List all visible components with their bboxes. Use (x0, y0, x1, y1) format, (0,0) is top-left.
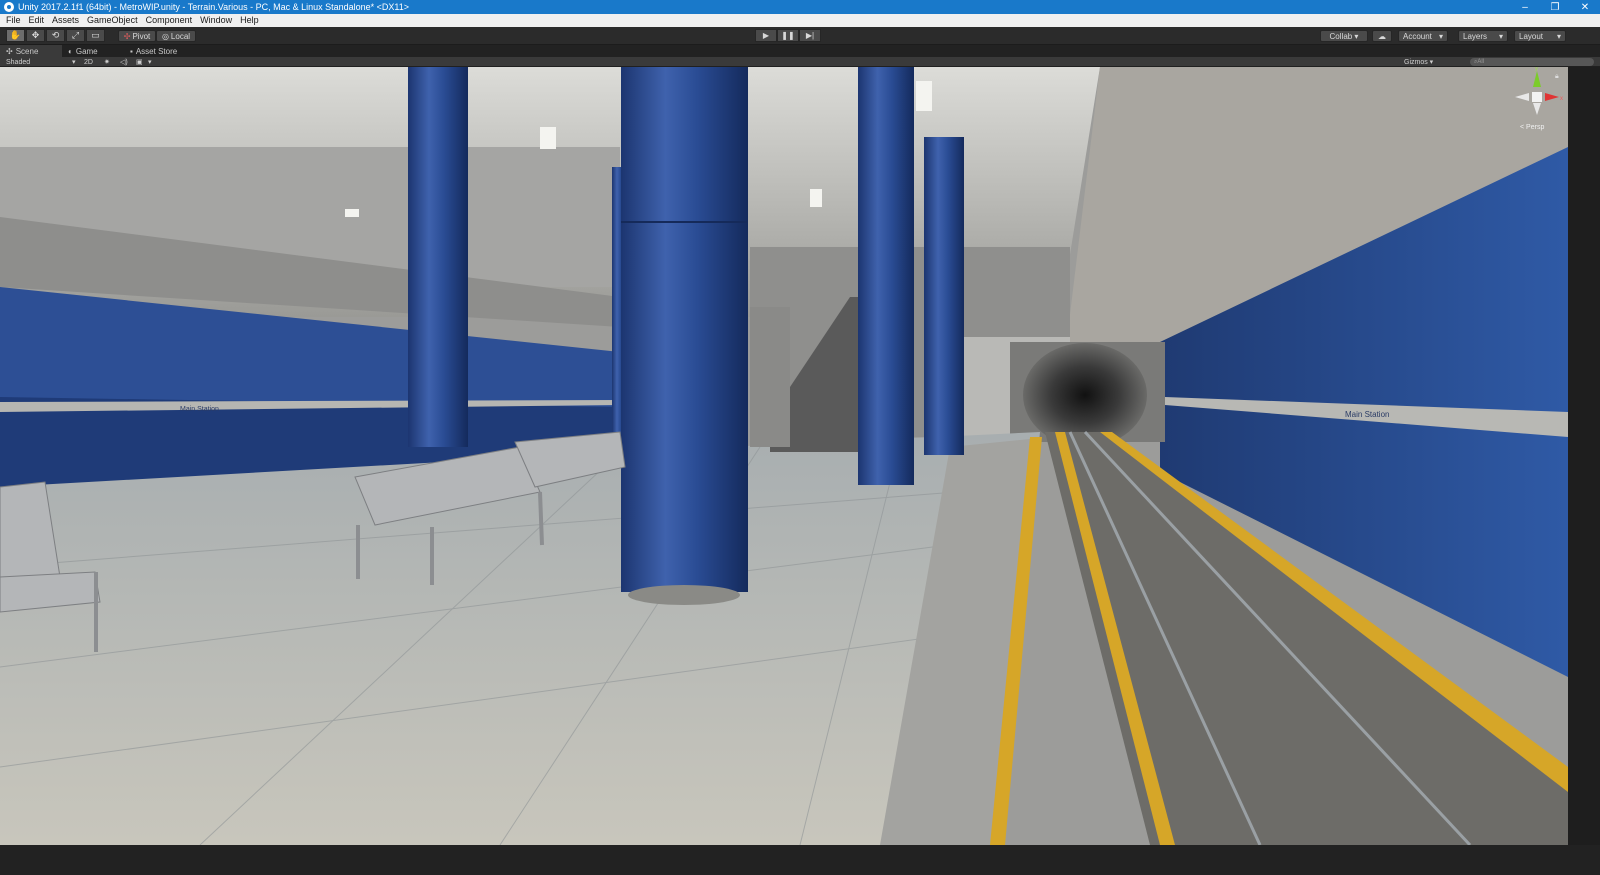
chevron-down-icon: ▾ (1438, 31, 1443, 41)
pillar (408, 67, 468, 447)
tab-game[interactable]: ◐ Game (62, 45, 124, 57)
lock-icon[interactable]: 🔒︎ (1555, 73, 1559, 81)
step-button[interactable]: ▶| (799, 29, 821, 42)
pillar (858, 67, 914, 485)
pivot-icon: ✣ (123, 31, 131, 41)
pause-button[interactable]: ❚❚ (777, 29, 799, 42)
transform-tools: ✋ ✥ ⟲ ⤢ ▭ (6, 29, 106, 43)
unity-logo-icon (4, 2, 14, 12)
chevron-down-icon[interactable]: ▾ (72, 57, 76, 67)
move-tool-button[interactable]: ✥ (26, 29, 45, 42)
menu-window[interactable]: Window (196, 14, 236, 27)
main-toolbar: ✋ ✥ ⟲ ⤢ ▭ ✣ Pivot ◎ Local ▶ ❚❚ ▶| Collab… (0, 27, 1600, 45)
menu-edit[interactable]: Edit (25, 14, 49, 27)
view-tabs: ✣ Scene ◐ Game ▪ Asset Store (0, 45, 1600, 57)
tab-asset-store[interactable]: ▪ Asset Store (124, 45, 194, 57)
scene-render: Main Station Main Station y x (0, 67, 1568, 845)
gizmos-dropdown[interactable]: Gizmos ▾ (1404, 57, 1433, 67)
play-button[interactable]: ▶ (755, 29, 777, 42)
svg-text:y: y (1535, 67, 1538, 72)
2d-toggle-button[interactable]: 2D (84, 57, 93, 67)
collab-button[interactable]: Collab ▾ (1320, 30, 1368, 42)
lighting-toggle-icon[interactable]: ✷ (104, 57, 110, 67)
menu-component[interactable]: Component (142, 14, 197, 27)
menu-bar: File Edit Assets GameObject Component Wi… (0, 14, 1600, 27)
restore-icon[interactable]: ❐ (1540, 0, 1570, 14)
cloud-icon[interactable]: ☁ (1372, 30, 1392, 42)
scene-icon: ✣ (6, 46, 13, 56)
effects-toggle-icon[interactable]: ▣ (136, 57, 143, 67)
store-icon: ▪ (130, 46, 133, 56)
station-sign-left: Main Station (180, 406, 219, 413)
window-controls: – ❐ ✕ (1510, 0, 1600, 14)
local-toggle-button[interactable]: ◎ Local (156, 30, 196, 42)
scene-search-input[interactable]: ⌕ All (1470, 58, 1594, 66)
window-title: Unity 2017.2.1f1 (64bit) - MetroWIP.unit… (18, 2, 410, 12)
scene-toolbar: Shaded ▾ 2D ✷ ◁) ▣ ▾ Gizmos ▾ ⌕ All (0, 57, 1600, 67)
hand-tool-button[interactable]: ✋ (6, 29, 25, 42)
pivot-toggle-button[interactable]: ✣ Pivot (118, 30, 156, 42)
local-icon: ◎ (161, 31, 169, 41)
pillar (924, 137, 964, 455)
scene-viewport[interactable]: Main Station Main Station y x (0, 67, 1568, 845)
svg-text:x: x (1560, 96, 1563, 102)
audio-toggle-icon[interactable]: ◁) (120, 57, 128, 67)
layout-dropdown[interactable]: Layout ▾ (1514, 30, 1566, 42)
status-bar (0, 845, 1600, 875)
minimize-icon[interactable]: – (1510, 0, 1540, 14)
perspective-icon: < (1520, 124, 1525, 131)
menu-help[interactable]: Help (236, 14, 263, 27)
pillar (621, 67, 748, 592)
tab-scene[interactable]: ✣ Scene (0, 45, 62, 57)
close-icon[interactable]: ✕ (1570, 0, 1600, 14)
projection-label[interactable]: < Persp (1520, 124, 1544, 131)
rect-tool-button[interactable]: ▭ (86, 29, 105, 42)
chevron-down-icon: ▾ (1498, 31, 1503, 41)
layers-dropdown[interactable]: Layers ▾ (1458, 30, 1508, 42)
title-bar: Unity 2017.2.1f1 (64bit) - MetroWIP.unit… (0, 0, 1600, 14)
scale-tool-button[interactable]: ⤢ (66, 29, 85, 42)
chevron-down-icon[interactable]: ▾ (148, 57, 152, 67)
game-icon: ◐ (68, 46, 73, 56)
rotate-tool-button[interactable]: ⟲ (46, 29, 65, 42)
station-sign-right: Main Station (1345, 410, 1389, 419)
menu-assets[interactable]: Assets (48, 14, 83, 27)
account-dropdown[interactable]: Account ▾ (1398, 30, 1448, 42)
menu-file[interactable]: File (2, 14, 25, 27)
playback-controls: ▶ ❚❚ ▶| (755, 29, 821, 43)
shading-mode-dropdown[interactable]: Shaded (6, 57, 30, 67)
menu-gameobject[interactable]: GameObject (83, 14, 142, 27)
chevron-down-icon: ▾ (1556, 31, 1561, 41)
